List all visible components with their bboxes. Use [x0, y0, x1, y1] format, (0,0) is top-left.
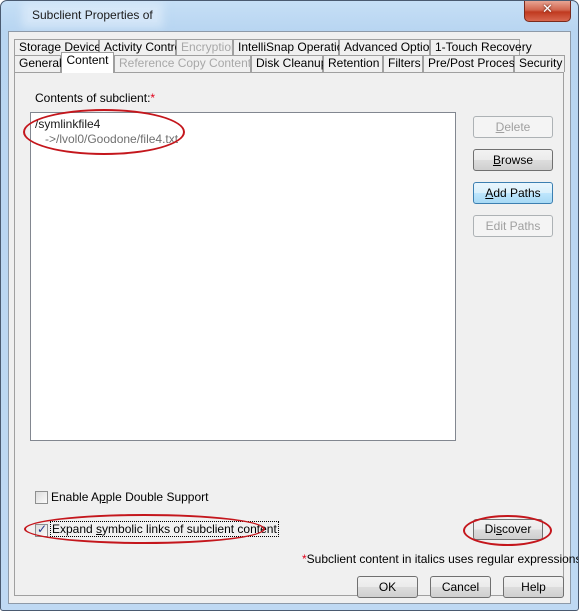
tab-content[interactable]: Content [61, 52, 114, 73]
apple-double-checkbox[interactable] [35, 491, 48, 504]
apple-double-label-pre: Enable A [51, 490, 100, 504]
tab-general[interactable]: General [14, 55, 62, 72]
browse-button[interactable]: Browse [473, 149, 553, 171]
ok-button[interactable]: OK [357, 576, 418, 598]
delete-button[interactable]: Delete [473, 116, 553, 138]
tab-disk-cleanup[interactable]: Disk Cleanup [251, 55, 327, 72]
tab-reference-copy-contents: Reference Copy Contents [114, 55, 257, 72]
add-paths-button[interactable]: Add Paths [473, 182, 553, 204]
tab-pre-post-process[interactable]: Pre/Post Process [423, 55, 521, 72]
contents-label-text: Contents of subclient: [35, 91, 151, 105]
expand-symlinks-label[interactable]: Expand symbolic links of subclient conte… [50, 521, 279, 537]
required-marker: * [150, 91, 156, 105]
expand-symlinks-label-pre: Expand [52, 522, 97, 536]
tab-1-touch-recovery[interactable]: 1-Touch Recovery [430, 39, 532, 55]
expand-symlinks-checkbox[interactable]: ✓ [35, 522, 48, 537]
discover-button[interactable]: Discover [473, 519, 543, 540]
title-bar[interactable]: Subclient Properties of ✕ [1, 1, 578, 31]
tab-retention[interactable]: Retention [323, 55, 383, 72]
dialog-window: Subclient Properties of ✕ Storage Device… [0, 0, 579, 611]
discover-label-rest: cover [502, 522, 532, 536]
tab-intellisnap-operations[interactable]: IntelliSnap Operations [233, 39, 356, 55]
regex-footnote: *Subclient content in italics uses regul… [302, 552, 579, 566]
apple-double-accel: p [99, 490, 106, 504]
tab-encryption: Encryption [176, 39, 238, 55]
browse-label: rowse [501, 153, 534, 167]
add-paths-label: dd Paths [493, 186, 541, 200]
tab-filters[interactable]: Filters [383, 55, 423, 72]
tab-advanced-options[interactable]: Advanced Options [339, 39, 442, 55]
footnote-text: Subclient content in italics uses regula… [306, 552, 579, 566]
list-item-path: /symlinkfile4 [35, 117, 101, 131]
close-button[interactable]: ✕ [524, 1, 571, 22]
browse-accel: B [492, 153, 501, 167]
window-title: Subclient Properties of [28, 8, 157, 22]
edit-paths-button[interactable]: Edit Paths [473, 215, 553, 237]
delete-accel: D [495, 120, 505, 134]
tab-security[interactable]: Security [514, 55, 565, 72]
expand-symlinks-label-rest: ymbolic links of subclient content [102, 522, 277, 536]
apple-double-label-rest: ple Double Support [105, 490, 209, 504]
apple-double-label[interactable]: Enable Apple Double Support [51, 490, 208, 504]
checkmark-icon: ✓ [37, 522, 48, 536]
help-button[interactable]: Help [503, 576, 564, 598]
contents-list[interactable]: /symlinkfile4 ->/lvol0/Goodone/file4.txt [30, 112, 456, 441]
cancel-button[interactable]: Cancel [430, 576, 491, 598]
discover-label-pre: Di [484, 522, 496, 536]
close-icon: ✕ [542, 2, 553, 17]
delete-label: elete [504, 120, 531, 134]
contents-label: Contents of subclient:* [35, 91, 155, 105]
list-item-symlink-target: ->/lvol0/Goodone/file4.txt [45, 132, 179, 146]
